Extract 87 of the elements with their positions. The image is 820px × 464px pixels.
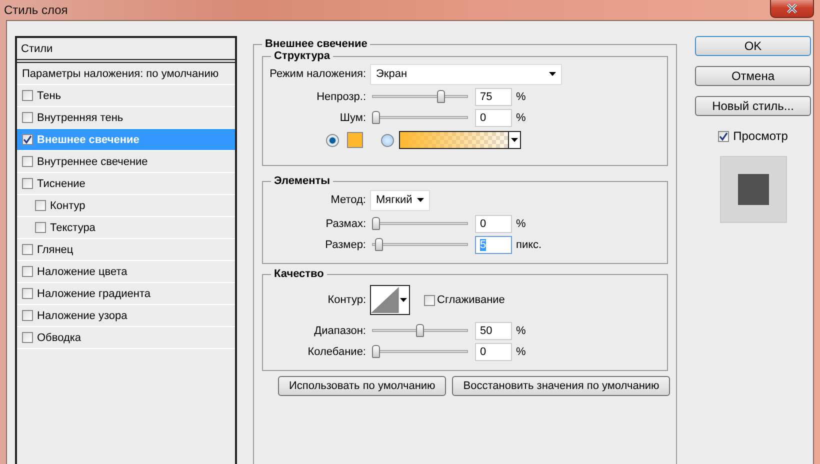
slider-thumb[interactable]	[372, 344, 380, 358]
style-list-item[interactable]: Наложение узора	[17, 305, 235, 327]
checkbox-label: Просмотр	[733, 129, 788, 143]
unit-label: %	[516, 346, 526, 358]
checkbox[interactable]	[22, 332, 33, 343]
slider-label: Шум:	[338, 112, 367, 124]
contour-picker[interactable]	[370, 285, 410, 315]
caret-icon	[511, 138, 518, 142]
dialog-button[interactable]: Отмена	[695, 66, 811, 86]
slider[interactable]	[372, 344, 468, 358]
unit-label: %	[516, 218, 526, 230]
slider[interactable]	[372, 110, 468, 124]
checkbox[interactable]	[22, 112, 33, 123]
slider-thumb[interactable]	[416, 324, 424, 336]
checkbox[interactable]	[35, 200, 46, 211]
gradient-picker[interactable]	[399, 131, 521, 149]
slider-label: Размер:	[324, 238, 367, 250]
style-preview	[720, 156, 786, 223]
checkbox[interactable]	[22, 266, 33, 277]
checkbox[interactable]	[22, 178, 33, 189]
value-field[interactable]: 75	[475, 88, 512, 106]
blend-mode-dropdown[interactable]: Экран	[370, 64, 562, 84]
unit-label: пикс.	[516, 238, 542, 250]
group-title: Элементы	[271, 175, 334, 187]
dialog-button[interactable]: Новый стиль...	[695, 96, 811, 116]
caret-icon	[549, 72, 556, 76]
slider-label: Размах:	[324, 218, 367, 230]
slider[interactable]	[372, 216, 468, 230]
checkbox[interactable]	[22, 90, 33, 101]
style-list-item[interactable]: Тень	[17, 85, 235, 107]
dialog-button[interactable]: OK	[695, 36, 811, 56]
checkbox[interactable]	[424, 294, 435, 306]
close-icon	[786, 2, 798, 14]
caret-icon	[400, 298, 408, 302]
group-title: Качество	[271, 268, 327, 280]
group-title: Структура	[271, 50, 333, 62]
slider-thumb[interactable]	[372, 110, 380, 124]
section-title: Внешнее свечение	[262, 38, 370, 50]
style-list-item[interactable]: Глянец	[17, 239, 235, 261]
style-list-item[interactable]: Тиснение	[17, 173, 235, 195]
slider[interactable]	[372, 90, 468, 104]
style-list-item[interactable]: Внутреннее свечение	[17, 151, 235, 173]
reset-button[interactable]: Использовать по умолчанию	[278, 376, 446, 396]
slider[interactable]	[372, 324, 468, 338]
slider-thumb[interactable]	[372, 216, 380, 230]
checkbox[interactable]	[22, 134, 33, 145]
style-list-item[interactable]: Обводка	[17, 327, 235, 349]
check-icon	[23, 135, 32, 144]
value-field[interactable]: 50	[475, 322, 512, 340]
close-button[interactable]	[770, 0, 814, 18]
checkbox[interactable]	[22, 244, 33, 255]
slider-label: Непрозр.:	[316, 90, 367, 102]
radio-button[interactable]	[326, 134, 339, 146]
unit-label: %	[516, 324, 526, 336]
field-label: Режим наложения:	[268, 68, 367, 80]
checkbox-label: Сглаживание	[437, 294, 505, 306]
slider[interactable]	[372, 238, 468, 252]
style-list-item[interactable]: Текстура	[17, 217, 235, 239]
contour-curve-icon	[371, 286, 399, 314]
field-label: Метод:	[330, 194, 367, 206]
check-icon	[719, 132, 728, 140]
list-header: Стили	[21, 42, 53, 54]
style-list-item[interactable]: Наложение цвета	[17, 261, 235, 283]
field-label: Контур:	[326, 294, 367, 306]
unit-label: %	[516, 112, 526, 124]
style-list-item[interactable]: Наложение градиента	[17, 283, 235, 305]
reset-button[interactable]: Восстановить значения по умолчанию	[452, 376, 670, 396]
slider-label: Колебание:	[306, 346, 367, 358]
window-title: Стиль слоя	[4, 3, 68, 17]
radio-button[interactable]	[381, 134, 394, 146]
checkbox[interactable]	[718, 130, 730, 142]
checkbox[interactable]	[22, 288, 33, 299]
value-field[interactable]: 0	[475, 108, 512, 126]
slider-thumb[interactable]	[437, 90, 446, 102]
style-list-item[interactable]: Контур	[17, 195, 235, 217]
checkbox[interactable]	[22, 310, 33, 321]
slider-thumb[interactable]	[374, 238, 383, 250]
unit-label: %	[516, 90, 526, 102]
color-swatch[interactable]	[347, 132, 363, 148]
slider-label: Диапазон:	[313, 324, 367, 336]
caret-icon	[417, 198, 424, 202]
checkbox[interactable]	[22, 156, 33, 167]
value-field[interactable]: 0	[475, 214, 512, 232]
blending-options-item[interactable]: Параметры наложения: по умолчанию	[17, 63, 235, 85]
checkbox[interactable]	[35, 222, 46, 233]
value-field[interactable]: 0	[475, 342, 512, 360]
method-dropdown[interactable]: Мягкий	[370, 190, 430, 210]
